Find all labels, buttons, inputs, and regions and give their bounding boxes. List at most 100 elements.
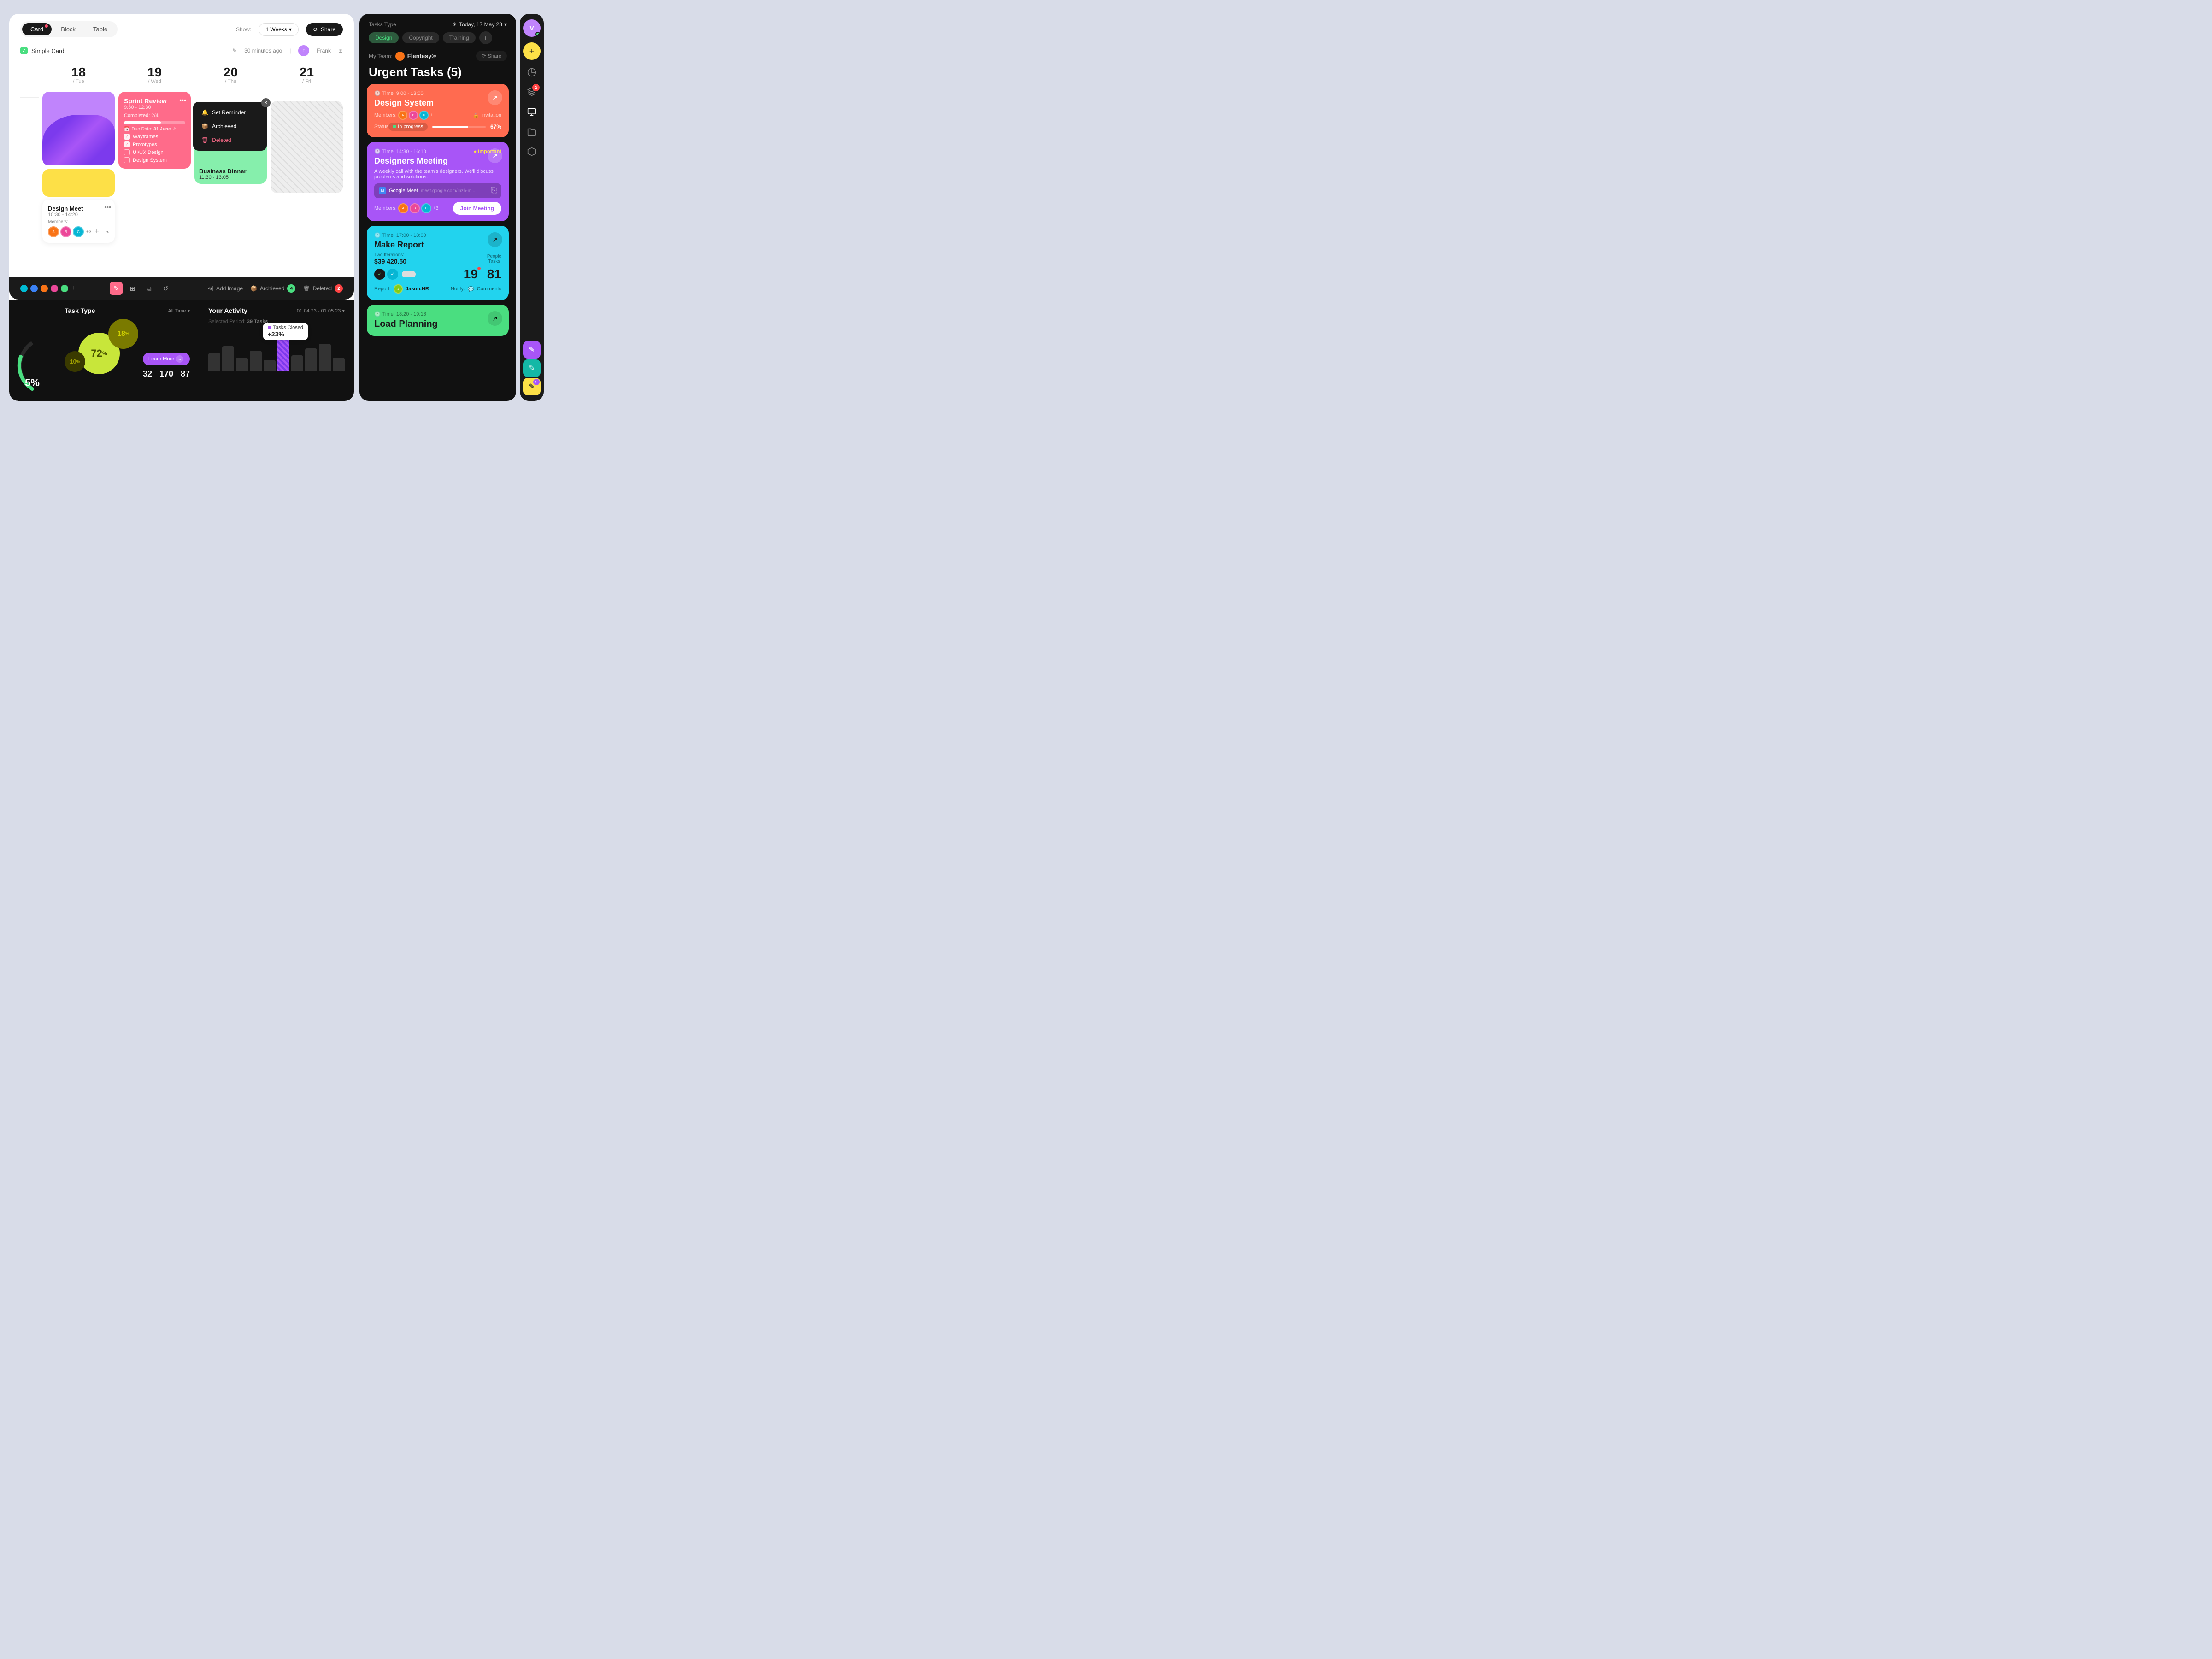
- filter-design[interactable]: Design: [369, 32, 399, 43]
- ctx-archived[interactable]: 📦 Archieved: [197, 119, 263, 133]
- pencil-tool[interactable]: ✎: [110, 282, 123, 295]
- weeks-selector[interactable]: 1 Weeks ▾: [259, 23, 299, 36]
- add-image-action[interactable]: 🖼 Add Image: [206, 285, 243, 292]
- copy-icon[interactable]: ⎘: [491, 187, 497, 195]
- lp-arrow[interactable]: ↗: [488, 311, 502, 326]
- activity-date[interactable]: 01.04.23 - 01.05.23 ▾: [297, 308, 345, 314]
- add-member-icon[interactable]: +: [94, 228, 99, 236]
- expand-icon[interactable]: ⊞: [338, 47, 343, 54]
- ds-member-2: B: [409, 111, 418, 120]
- mr-arrow[interactable]: ↗: [488, 232, 502, 247]
- lp-title: Load Planning: [374, 319, 501, 329]
- color-palette: +: [20, 284, 75, 293]
- edit-icon: ✎: [232, 47, 237, 54]
- pencil-yellow-btn[interactable]: ✎ 5: [523, 378, 541, 395]
- filter-copyright[interactable]: Copyright: [402, 32, 439, 43]
- grid-tool[interactable]: ⊞: [126, 282, 139, 295]
- rp-header: Tasks Type ☀ Today, 17 May 23 ▾: [359, 14, 516, 31]
- member-1: A: [48, 226, 59, 237]
- archived-action[interactable]: 📦 Archieved 4: [250, 284, 295, 293]
- bubble-chart: 72% 18% 10%: [65, 319, 138, 379]
- tasks-number: 81: [487, 267, 501, 282]
- context-close-btn[interactable]: ✕: [261, 98, 271, 107]
- notify-label: Notify:: [451, 286, 465, 292]
- task-card-designers-meeting[interactable]: 🕐 Time: 14:30 - 16:10 ● Important Design…: [367, 142, 509, 221]
- task-card-make-report[interactable]: 🕐 Time: 17:00 - 18:00 Make Report ↗ Two …: [367, 226, 509, 300]
- ds-prog-bar: [432, 126, 486, 128]
- trash-icon: 🗑: [201, 137, 208, 143]
- chevron-down-icon: ▾: [289, 26, 292, 33]
- layers-badge: 2: [532, 84, 540, 91]
- card-menu-icon[interactable]: •••: [104, 203, 111, 211]
- cal-date-18: 18 / Tue: [42, 64, 115, 86]
- add-member-ds[interactable]: +: [430, 112, 433, 118]
- learn-more-btn[interactable]: Learn More →: [143, 353, 190, 365]
- bubble-18: 18%: [108, 319, 138, 349]
- share-button[interactable]: ⟳ Share: [306, 23, 343, 36]
- design-meet-card[interactable]: ••• Design Meet 10:30 - 14:20 Members: A…: [42, 200, 115, 243]
- toggle-switch[interactable]: [402, 271, 416, 277]
- checklist-item-4: Design System: [124, 157, 185, 163]
- add-color-btn[interactable]: +: [71, 284, 75, 293]
- sidebar-avatar: V: [523, 19, 541, 37]
- color-pink[interactable]: [51, 285, 58, 292]
- dm-time: 🕐 Time: 14:30 - 16:10 ● Important: [374, 148, 501, 154]
- bar-4: [250, 351, 262, 371]
- business-dinner-time: 11:30 - 13:05: [199, 175, 247, 180]
- comment-icon: 💬: [468, 286, 474, 292]
- business-dinner-info: Business Dinner 11:30 - 13:05: [199, 168, 247, 180]
- ds-access: Members: A B C + 🔒 Invitation: [374, 111, 501, 120]
- ds-arrow[interactable]: ↗: [488, 90, 502, 105]
- task-card-load-planning[interactable]: 🕐 Time: 18:20 - 19:16 Load Planning ↗: [367, 305, 509, 336]
- deleted-action[interactable]: 🗑 Deleted 2: [303, 284, 343, 293]
- members-label-ds: Members:: [374, 112, 397, 118]
- bell-icon: 🔔: [201, 109, 208, 116]
- color-green[interactable]: [61, 285, 68, 292]
- rp-share-btn[interactable]: ⟳ Share: [476, 51, 507, 61]
- clock-icon-4: 🕐: [374, 311, 381, 317]
- lp-time: 🕐 Time: 18:20 - 19:16: [374, 311, 501, 317]
- filter-add-btn[interactable]: +: [479, 31, 492, 44]
- sprint-progress: [124, 121, 185, 124]
- layers-btn[interactable]: 2: [523, 83, 541, 100]
- dm-arrow[interactable]: ↗: [488, 148, 502, 163]
- pencil-teal-btn[interactable]: ✎: [523, 359, 541, 377]
- member-avatars: A B C +3 + ⌁: [48, 226, 109, 237]
- activity-header: Your Activity 01.04.23 - 01.05.23 ▾: [208, 307, 345, 314]
- toolbar: Card Block Table Show: 1 Weeks ▾ ⟳ Share: [9, 14, 354, 41]
- color-blue[interactable]: [30, 285, 38, 292]
- people-stat: People Tasks: [487, 254, 501, 264]
- task-card-design-system[interactable]: 🕐 Time: 9:00 - 13:00 Design System ↗ Mem…: [367, 84, 509, 137]
- tab-card[interactable]: Card: [22, 23, 52, 35]
- sprint-menu-icon[interactable]: •••: [179, 96, 186, 104]
- check-2: ✓: [124, 141, 130, 147]
- pencil-red-btn[interactable]: ✎: [523, 341, 541, 359]
- task-type-filter[interactable]: All Time ▾: [168, 308, 190, 314]
- active-view-btn[interactable]: [522, 102, 541, 122]
- card-tab-dot: [45, 24, 48, 28]
- tab-table[interactable]: Table: [85, 23, 116, 35]
- folder-btn[interactable]: [523, 124, 541, 141]
- layers-tool[interactable]: ⧉: [143, 282, 156, 295]
- pie-chart-btn[interactable]: [523, 64, 541, 81]
- ctx-set-reminder[interactable]: 🔔 Set Reminder: [197, 106, 263, 119]
- user-avatar-container: V: [523, 19, 541, 37]
- color-orange[interactable]: [41, 285, 48, 292]
- filter-training[interactable]: Training: [443, 32, 476, 43]
- people-val: 19: [464, 267, 478, 281]
- google-meet-icon: M: [379, 187, 386, 194]
- hexagon-btn[interactable]: [523, 143, 541, 160]
- archive-icon-bottom: 📦: [250, 285, 257, 292]
- add-round-btn[interactable]: +: [523, 42, 541, 60]
- design-meet-time: 10:30 - 14:20: [48, 212, 109, 218]
- ctx-deleted[interactable]: 🗑 Deleted: [197, 133, 263, 147]
- join-meeting-btn[interactable]: Join Meeting: [453, 202, 501, 215]
- color-cyan[interactable]: [20, 285, 28, 292]
- sprint-review-card[interactable]: ••• Sprint Review 9:30 - 12:30 Completed…: [118, 92, 191, 169]
- tab-block[interactable]: Block: [53, 23, 84, 35]
- bar-2: [222, 346, 234, 371]
- lock-icon: 🔒: [473, 112, 479, 118]
- business-dinner-title: Business Dinner: [199, 168, 247, 175]
- task-cards-scroll[interactable]: 🕐 Time: 9:00 - 13:00 Design System ↗ Mem…: [359, 84, 516, 401]
- rotate-tool[interactable]: ↺: [159, 282, 172, 295]
